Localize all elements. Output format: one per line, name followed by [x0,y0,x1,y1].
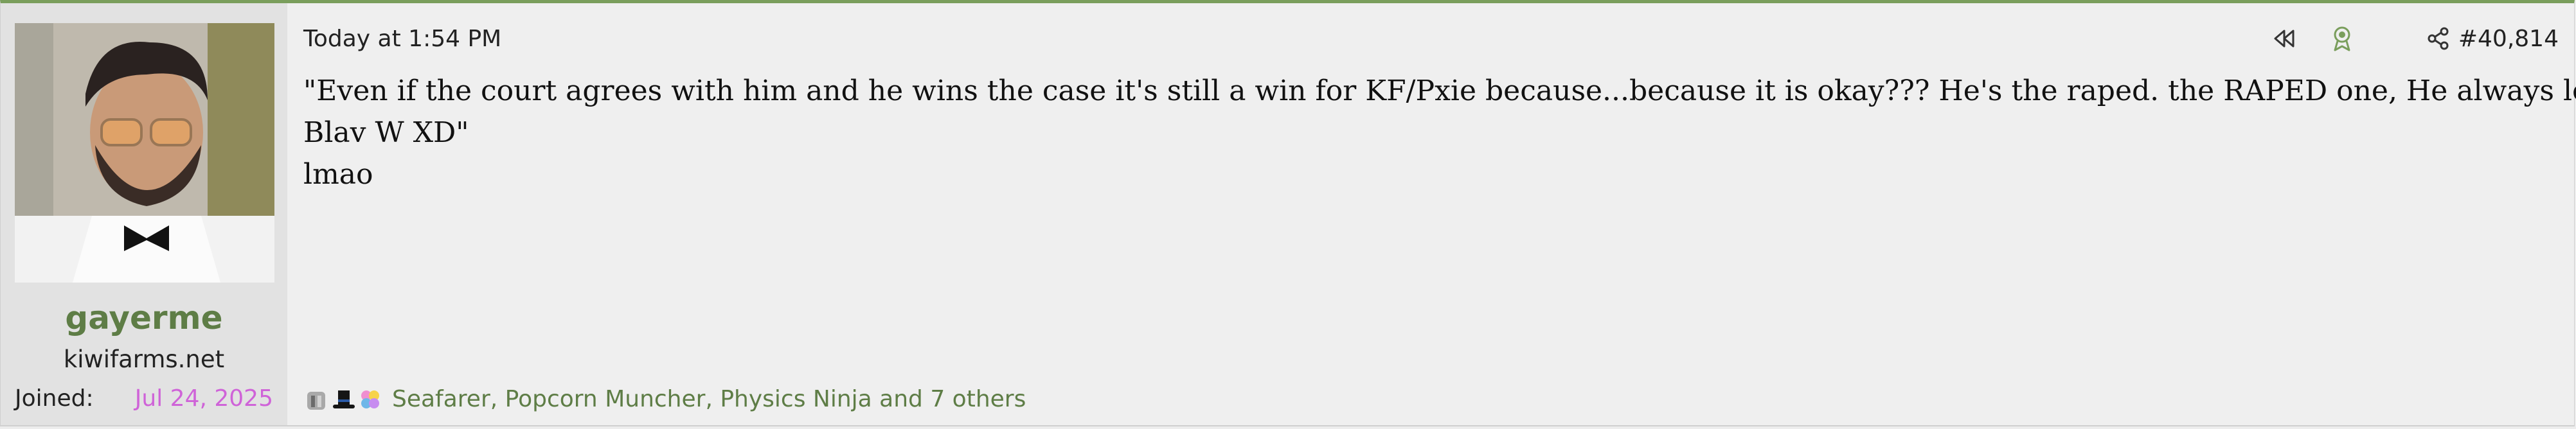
user-title: kiwifarms.net [63,346,225,373]
post-body-line: lmao [303,158,373,191]
post-actions [2269,22,2462,55]
physics-ninja-icon[interactable] [357,387,383,412]
reactions-list-link[interactable]: Seafarer, Popcorn Muncher, Physics Ninja… [392,385,1026,414]
username-link[interactable]: gayerme [1,299,287,337]
post-body: "Even if the court agrees with him and h… [303,70,2576,195]
rewind-icon[interactable] [2269,22,2299,55]
avatar-image [15,23,274,283]
joined-label: Joined: [15,385,94,412]
user-info-panel: gayerme kiwifarms.net Joined: Jul 24, 20… [1,3,287,425]
post-body-line: Blav W XD" [303,116,469,149]
seafarer-icon[interactable] [303,387,329,412]
award-icon[interactable] [2327,22,2357,55]
avatar[interactable] [15,23,274,283]
post-number-link[interactable]: #40,814 [2458,24,2559,54]
post-container: gayerme kiwifarms.net Joined: Jul 24, 20… [0,0,2576,426]
top-hat-icon[interactable] [330,387,356,412]
post-timestamp[interactable]: Today at 1:54 PM [303,24,501,54]
post-body-line: "Even if the court agrees with him and h… [303,74,2576,107]
share-icon[interactable] [2424,22,2453,55]
reactions-bar: Seafarer, Popcorn Muncher, Physics Ninja… [303,383,1026,416]
joined-date: Jul 24, 2025 [134,385,273,412]
